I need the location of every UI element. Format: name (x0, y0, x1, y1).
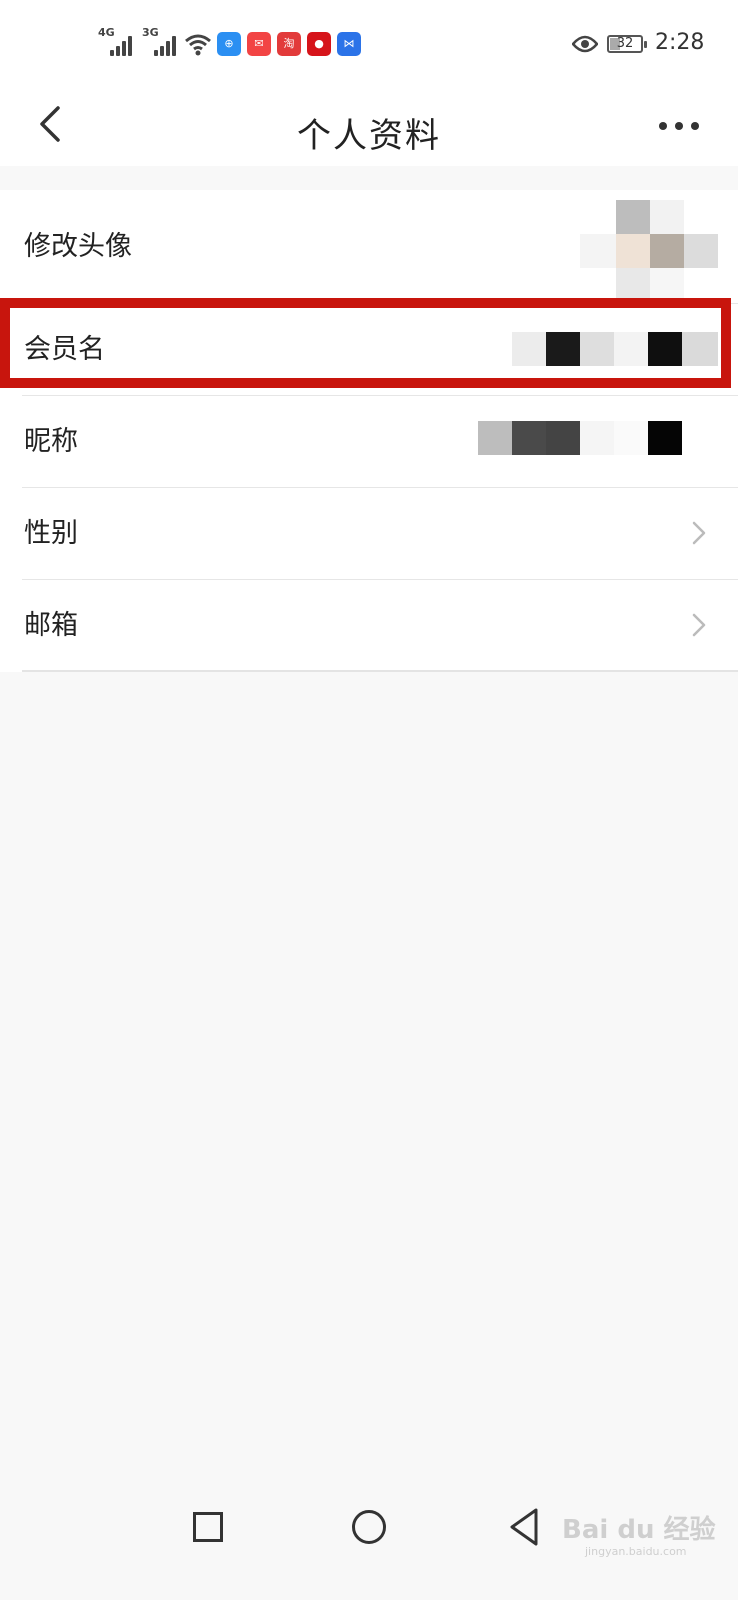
avatar[interactable] (580, 200, 720, 300)
battery-level: 32 (616, 36, 634, 51)
row-label-email: 邮箱 (24, 610, 78, 641)
row-member-name[interactable]: 会员名 (0, 304, 738, 396)
row-gender[interactable]: 性别 (0, 488, 738, 580)
row-label-avatar: 修改头像 (24, 231, 132, 262)
nickname-value (478, 421, 684, 455)
app-icon-5: ⋈ (337, 32, 361, 56)
row-label-nickname: 昵称 (24, 426, 78, 457)
row-label-member-name: 会员名 (24, 334, 105, 365)
row-label-gender: 性别 (24, 518, 78, 549)
circle-icon[interactable] (352, 1510, 386, 1544)
more-button[interactable] (655, 112, 711, 142)
app-icon-2: ✉ (247, 32, 271, 56)
watermark: Bai du 经验 (562, 1515, 716, 1545)
app-icon-1: ⊕ (217, 32, 241, 56)
nav-header: 个人资料 (0, 88, 738, 166)
member-name-value (512, 332, 718, 366)
status-bar: 4G 3G ⊕ ✉ 淘 ● ⋈ 32 2:28 (0, 0, 738, 88)
more-horizontal-icon (659, 122, 667, 130)
system-nav-bar: Bai du 经验 jingyan.baidu.com (0, 1485, 738, 1600)
page-title: 个人资料 (297, 116, 441, 156)
triangle-back-icon[interactable] (508, 1507, 540, 1547)
profile-list: 修改头像 会员名 昵称 性别 邮箱 (0, 190, 738, 672)
status-time: 2:28 (655, 30, 705, 55)
row-nickname[interactable]: 昵称 (0, 396, 738, 488)
eye-icon (572, 35, 598, 53)
watermark-sub: jingyan.baidu.com (585, 1545, 687, 1558)
chevron-right-icon (692, 521, 706, 545)
row-email[interactable]: 邮箱 (0, 580, 738, 672)
divider (22, 670, 738, 672)
square-icon[interactable] (193, 1512, 223, 1542)
row-change-avatar[interactable]: 修改头像 (0, 190, 738, 304)
app-icon-3: 淘 (277, 32, 301, 56)
chevron-right-icon (692, 613, 706, 637)
app-icon-4: ● (307, 32, 331, 56)
wifi-icon (185, 34, 211, 56)
battery-icon: 32 (607, 35, 647, 53)
